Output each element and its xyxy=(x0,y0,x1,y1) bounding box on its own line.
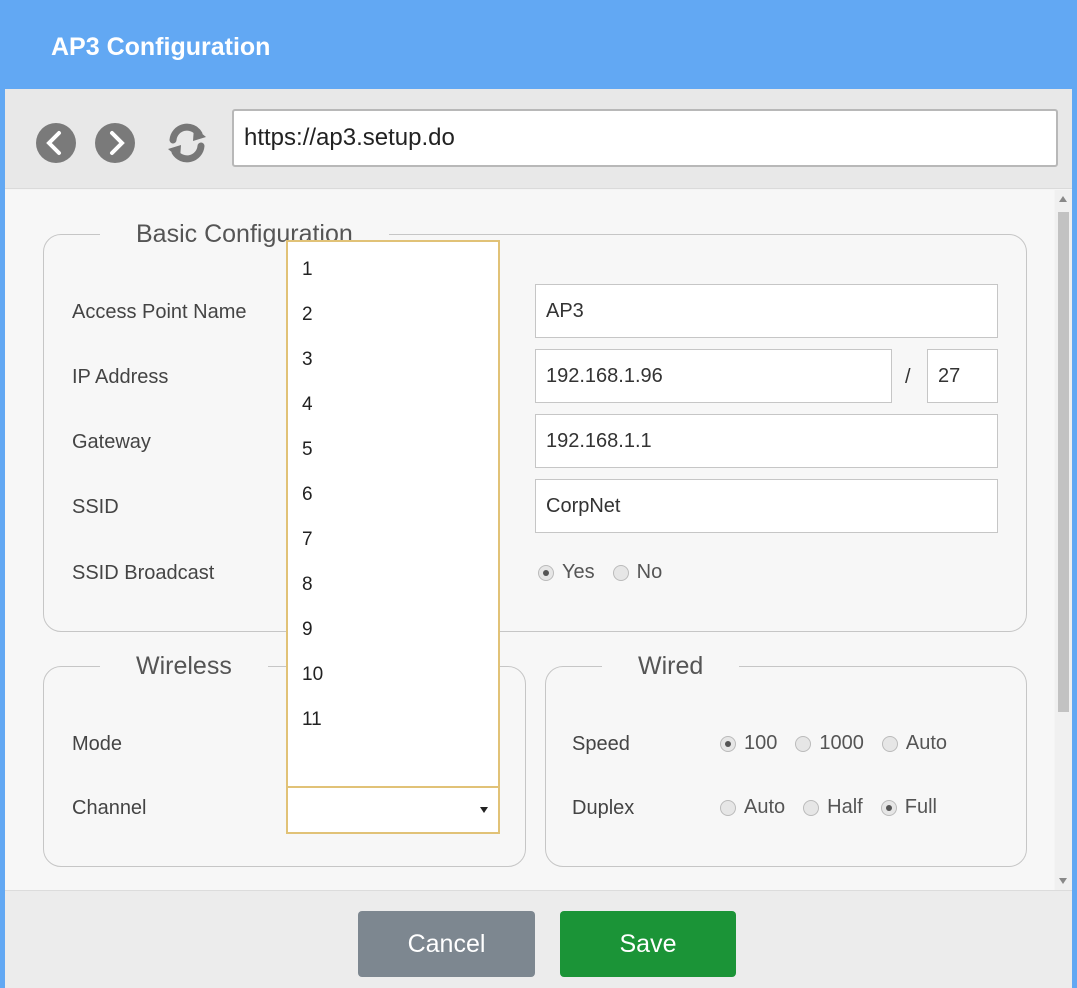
window-title: AP3 Configuration xyxy=(51,33,271,61)
duplex-full-option[interactable]: Full xyxy=(880,796,937,819)
channel-dropdown-list: 1 2 3 4 5 6 7 8 9 10 11 xyxy=(286,240,500,786)
access-point-name-input[interactable]: AP3 xyxy=(535,284,998,338)
radio-selected[interactable] xyxy=(720,735,736,752)
ssid-broadcast-no-option[interactable]: No xyxy=(612,561,662,584)
channel-option-2[interactable]: 2 xyxy=(302,304,313,326)
wired-section: Wired xyxy=(545,652,1027,867)
scroll-down-icon[interactable] xyxy=(1059,878,1067,884)
ip-prefix-input[interactable]: 27 xyxy=(927,349,998,403)
forward-icon[interactable] xyxy=(95,123,135,163)
channel-select[interactable] xyxy=(286,786,500,834)
duplex-radio-group: Auto Half Full xyxy=(720,796,955,819)
ip-address-label: IP Address xyxy=(72,366,169,388)
url-input[interactable]: https://ap3.setup.do xyxy=(232,109,1058,167)
wireless-legend: Wireless xyxy=(136,652,232,680)
ssid-broadcast-yes-option[interactable]: Yes xyxy=(538,561,595,584)
speed-radio-group: 100 1000 Auto xyxy=(720,732,965,755)
ssid-label: SSID xyxy=(72,496,119,518)
channel-option-11[interactable]: 11 xyxy=(302,709,322,731)
speed-label: Speed xyxy=(572,733,630,755)
channel-option-10[interactable]: 10 xyxy=(302,664,323,686)
title-bar: AP3 Configuration xyxy=(5,5,1072,89)
channel-option-6[interactable]: 6 xyxy=(302,484,313,506)
vertical-scrollbar[interactable] xyxy=(1055,190,1072,890)
access-point-name-label: Access Point Name xyxy=(72,301,247,323)
gateway-label: Gateway xyxy=(72,431,151,453)
refresh-icon[interactable] xyxy=(163,119,211,167)
radio-unselected[interactable] xyxy=(803,799,820,816)
radio-unselected[interactable] xyxy=(795,735,812,752)
speed-auto-option[interactable]: Auto xyxy=(881,732,947,755)
radio-unselected[interactable] xyxy=(720,799,736,816)
mode-label: Mode xyxy=(72,733,123,755)
channel-option-1[interactable]: 1 xyxy=(302,259,313,281)
dropdown-arrow-icon[interactable] xyxy=(480,807,488,813)
wired-legend: Wired xyxy=(638,652,704,680)
gateway-input[interactable]: 192.168.1.1 xyxy=(535,414,998,468)
ssid-broadcast-label: SSID Broadcast xyxy=(72,562,215,584)
radio-unselected[interactable] xyxy=(881,735,898,752)
back-icon[interactable] xyxy=(36,123,76,163)
ip-prefix-separator: / xyxy=(905,366,911,388)
duplex-auto-option[interactable]: Auto xyxy=(720,796,785,819)
radio-selected[interactable] xyxy=(538,564,554,581)
scrollbar-thumb[interactable] xyxy=(1058,212,1069,712)
configuration-content: Basic Configuration Access Point Name AP… xyxy=(5,190,1054,890)
footer-actions: Cancel Save xyxy=(5,890,1072,988)
ap3-configuration-window: AP3 Configuration https://ap3.setup.do B… xyxy=(0,0,1077,988)
channel-option-9[interactable]: 9 xyxy=(302,619,313,641)
save-button[interactable]: Save xyxy=(560,911,736,977)
channel-option-7[interactable]: 7 xyxy=(302,529,313,551)
ip-address-input[interactable]: 192.168.1.96 xyxy=(535,349,892,403)
duplex-half-option[interactable]: Half xyxy=(803,796,863,819)
channel-option-5[interactable]: 5 xyxy=(302,439,313,461)
browser-navigation-bar: https://ap3.setup.do xyxy=(5,89,1072,189)
radio-selected[interactable] xyxy=(880,799,897,816)
channel-option-3[interactable]: 3 xyxy=(302,349,313,371)
duplex-label: Duplex xyxy=(572,797,635,819)
speed-100-option[interactable]: 100 xyxy=(720,732,777,755)
speed-1000-option[interactable]: 1000 xyxy=(795,732,864,755)
cancel-button[interactable]: Cancel xyxy=(358,911,535,977)
scroll-up-icon[interactable] xyxy=(1059,196,1067,202)
channel-option-8[interactable]: 8 xyxy=(302,574,313,596)
channel-option-4[interactable]: 4 xyxy=(302,394,313,416)
channel-label: Channel xyxy=(72,797,147,819)
ssid-broadcast-radio-group: Yes No xyxy=(538,561,680,584)
ssid-input[interactable]: CorpNet xyxy=(535,479,998,533)
radio-unselected[interactable] xyxy=(612,564,629,581)
